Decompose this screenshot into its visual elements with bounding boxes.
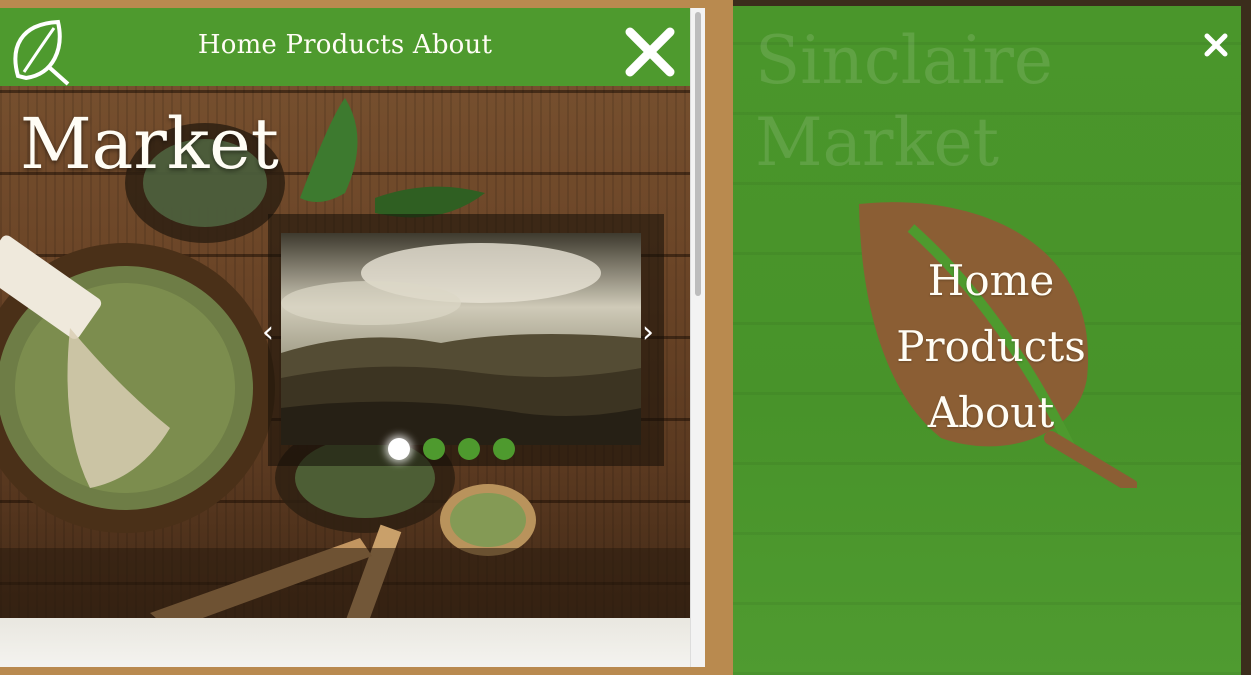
scrollbar-thumb[interactable] [695,12,701,296]
carousel-dot-4[interactable] [493,438,515,460]
vertical-scrollbar[interactable] [690,8,705,667]
chevron-left-icon[interactable]: ‹ [262,318,274,348]
overlay-nav-menu: Home Products About [851,248,1131,446]
landscape-image [281,233,641,445]
ghost-watermark-line2: Market [755,104,1000,181]
carousel-slide-image[interactable] [281,233,641,445]
menu-item-products[interactable]: Products [851,314,1131,380]
right-edge [1241,0,1251,675]
carousel-dot-1[interactable] [388,438,410,460]
menu-item-about[interactable]: About [851,380,1131,446]
ghost-watermark-line1: Sinclaire [755,22,1053,99]
page-viewport: Sinclaire Market Home Products About [0,8,690,667]
close-icon[interactable] [1203,32,1229,58]
carousel-dot-3[interactable] [458,438,480,460]
site-header: Home Products About [0,8,690,86]
page-screenshot-left: Sinclaire Market Home Products About [0,0,705,675]
nav-menu-inline[interactable]: Home Products About [0,30,690,60]
panel-divider [717,0,733,675]
close-icon[interactable] [624,26,676,78]
carousel-dot-2[interactable] [423,438,445,460]
brand-title: Market [20,103,279,185]
chevron-right-icon[interactable]: › [642,318,654,348]
menu-overlay-panel: Sinclaire Market Home Products About [733,6,1241,675]
menu-item-home[interactable]: Home [851,248,1131,314]
page-bottom-fade [0,618,690,667]
carousel-dots [388,438,515,460]
